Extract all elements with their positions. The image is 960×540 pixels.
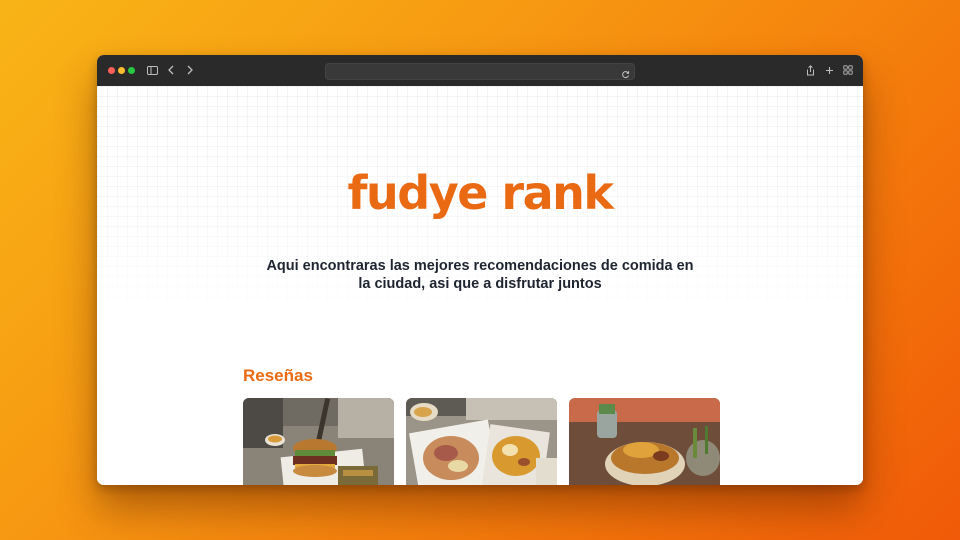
review-card-bowl[interactable] [569,398,720,485]
browser-window: fudye rank Aqui encontraras las mejores … [97,55,863,485]
minimize-window-button[interactable] [118,67,125,74]
share-icon[interactable] [803,63,817,77]
noodle-bowl-photo [569,398,720,485]
back-icon[interactable] [164,63,178,77]
review-card-fries[interactable] [406,398,557,485]
page-content: fudye rank Aqui encontraras las mejores … [97,86,863,485]
tab-overview-icon[interactable] [841,63,855,77]
loaded-fries-photo [406,398,557,485]
forward-icon[interactable] [183,63,197,77]
burger-photo [243,398,394,485]
site-title: fudye rank [347,166,614,220]
reviews-grid [243,398,723,485]
reload-icon[interactable] [621,66,630,84]
address-bar[interactable] [325,63,635,80]
browser-toolbar [97,55,863,87]
new-tab-icon[interactable] [822,63,836,77]
sidebar-icon[interactable] [145,63,159,77]
reviews-heading: Reseñas [243,366,313,385]
close-window-button[interactable] [108,67,115,74]
zoom-window-button[interactable] [128,67,135,74]
review-card-burger[interactable] [243,398,394,485]
site-tagline: Aqui encontraras las mejores recomendaci… [266,258,694,292]
